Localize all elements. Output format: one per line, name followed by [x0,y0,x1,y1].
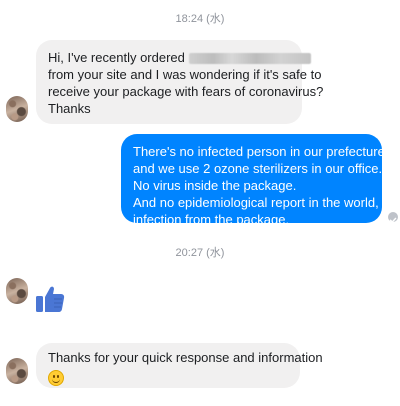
message-text: Hi, I've recently ordered [48,50,185,65]
avatar[interactable] [6,96,28,122]
thumbs-up-icon[interactable] [34,282,66,314]
message-line: Thanks for your quick response and infor… [48,350,323,365]
avatar[interactable] [6,358,28,384]
incoming-message[interactable]: Thanks for your quick response and infor… [36,343,323,388]
message-line: Thanks [48,101,91,116]
message-line: No virus inside the package. [133,178,297,193]
check-icon [389,217,397,224]
timestamp-1: 18:24 (水) [175,13,225,25]
outgoing-message[interactable]: There's no infected person in our prefec… [121,134,389,227]
incoming-message[interactable]: Hi, I've recently ordered from your site… [36,40,324,124]
message-line: from your site and I was wondering if it… [48,67,322,82]
message-line [48,368,288,386]
message-line: Hi, I've recently ordered [48,49,311,66]
message-line: infection from the package. [133,212,290,227]
message-line: receive your package with fears of coron… [48,84,324,99]
redacted-product-name [188,53,311,65]
timestamp-2: 20:27 (水) [175,247,225,259]
read-receipt-icon [388,212,398,224]
smile-emoji-icon [48,369,64,386]
like-sticker [36,286,65,312]
message-line: and we use 2 ozone sterilizers in our of… [133,161,383,176]
avatar[interactable] [6,278,28,304]
message-line: And no epidemiological report in the wor… [133,195,379,210]
message-line: There's no infected person in our prefec… [133,144,389,159]
